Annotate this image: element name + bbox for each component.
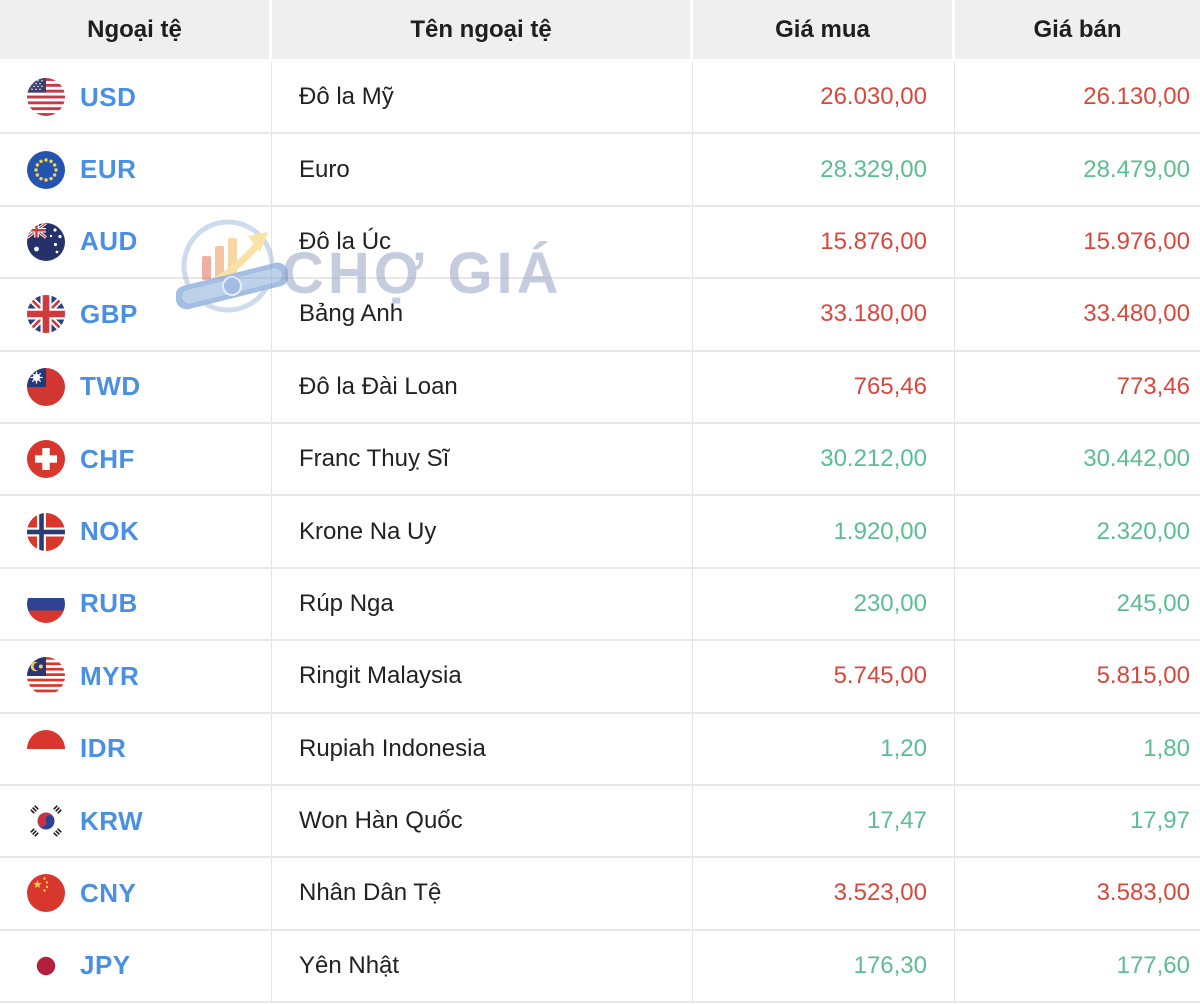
table-row: MYR Ringit Malaysia 5.745,00 5.815,00 [0, 641, 1200, 714]
table-row: USD Đô la Mỹ 26.030,00 26.130,00 [0, 62, 1200, 135]
tw-flag [27, 367, 65, 406]
table-row: IDR Rupiah Indonesia 1,20 1,80 [0, 713, 1200, 786]
sell-price: 177,60 [1116, 951, 1190, 979]
sell-price: 1,80 [1143, 734, 1190, 762]
my-flag [27, 657, 65, 696]
buy-price: 15.876,00 [693, 206, 955, 278]
currency-cell: NOK [0, 496, 272, 567]
no-flag [27, 512, 65, 551]
currency-name: Krone Na Uy [272, 496, 693, 567]
jp-flag [27, 946, 65, 985]
currency-name: Bảng Anh [272, 279, 693, 350]
sell-price: 30.442,00 [1083, 445, 1190, 473]
ch-flag [27, 440, 65, 479]
currency-code-link[interactable]: KRW [80, 806, 143, 837]
kr-flag [27, 802, 65, 841]
currency-cell: KRW [0, 785, 272, 857]
buy-price: 3.523,00 [693, 858, 955, 929]
currency-cell: TWD [0, 351, 272, 422]
currency-cell: IDR [0, 713, 272, 784]
column-header-buy-price: Giá mua [693, 0, 955, 59]
exchange-rate-table: Ngoại tệ Tên ngoại tệ Giá mua Giá bán US… [0, 0, 1200, 1004]
sell-price: 28.479,00 [1083, 155, 1190, 183]
sell-price: 15.976,00 [1083, 227, 1190, 255]
sell-price: 26.130,00 [1083, 83, 1190, 111]
currency-code-link[interactable]: TWD [80, 371, 141, 402]
currency-code-link[interactable]: JPY [80, 950, 131, 981]
eu-flag [27, 150, 65, 189]
sell-price: 245,00 [1116, 589, 1190, 617]
currency-cell: USD [0, 62, 272, 133]
table-row: JPY Yên Nhật 176,30 177,60 [0, 930, 1200, 1004]
gb-flag [27, 295, 65, 334]
column-header-currency-name: Tên ngoại tệ [272, 0, 693, 59]
cn-flag [27, 874, 65, 913]
currency-code-link[interactable]: MYR [80, 661, 139, 692]
sell-price: 3.583,00 [1096, 879, 1190, 907]
currency-code-link[interactable]: CHF [80, 444, 135, 475]
buy-price: 17,47 [693, 785, 955, 857]
buy-price: 5.745,00 [693, 641, 955, 712]
table-row: NOK Krone Na Uy 1.920,00 2.320,00 [0, 496, 1200, 569]
table-row: GBP Bảng Anh 33.180,00 33.480,00 [0, 279, 1200, 352]
currency-cell: MYR [0, 641, 272, 712]
buy-price: 1,20 [693, 713, 955, 784]
currency-code-link[interactable]: NOK [80, 516, 139, 547]
currency-name: Ringit Malaysia [272, 641, 693, 712]
buy-price: 26.030,00 [693, 62, 955, 133]
currency-name: Euro [272, 134, 693, 205]
currency-cell: AUD [0, 206, 272, 278]
currency-name: Đô la Đài Loan [272, 351, 693, 422]
buy-price: 30.212,00 [693, 423, 955, 495]
currency-name: Yên Nhật [272, 930, 693, 1002]
currency-code-link[interactable]: USD [80, 82, 136, 113]
currency-name: Franc Thuỵ Sĩ [272, 423, 693, 495]
sell-price: 5.815,00 [1096, 662, 1190, 690]
table-row: CHF Franc Thuỵ Sĩ 30.212,00 30.442,00 [0, 423, 1200, 497]
currency-name: Won Hàn Quốc [272, 785, 693, 857]
table-body: USD Đô la Mỹ 26.030,00 26.130,00 EUR Eur… [0, 62, 1200, 1004]
buy-price: 230,00 [693, 568, 955, 640]
currency-cell: JPY [0, 930, 272, 1002]
currency-code-link[interactable]: RUB [80, 588, 138, 619]
table-row: TWD Đô la Đài Loan 765,46 773,46 [0, 351, 1200, 424]
sell-price: 17,97 [1129, 807, 1190, 835]
currency-cell: RUB [0, 568, 272, 640]
currency-cell: CHF [0, 423, 272, 495]
column-header-sell-price: Giá bán [1033, 15, 1122, 43]
buy-price: 1.920,00 [693, 496, 955, 567]
currency-name: Rupiah Indonesia [272, 713, 693, 784]
sell-price: 2.320,00 [1096, 517, 1190, 545]
au-flag [27, 222, 65, 261]
currency-code-link[interactable]: IDR [80, 733, 126, 764]
buy-price: 176,30 [693, 930, 955, 1002]
currency-code-link[interactable]: CNY [80, 878, 136, 909]
currency-code-link[interactable]: GBP [80, 299, 138, 330]
buy-price: 765,46 [693, 351, 955, 422]
sell-price: 33.480,00 [1083, 300, 1190, 328]
id-flag [27, 729, 65, 768]
table-row: RUB Rúp Nga 230,00 245,00 [0, 568, 1200, 642]
currency-cell: GBP [0, 279, 272, 350]
us-flag [27, 78, 65, 117]
currency-name: Rúp Nga [272, 568, 693, 640]
sell-price: 773,46 [1116, 372, 1190, 400]
table-row: EUR Euro 28.329,00 28.479,00 [0, 134, 1200, 207]
currency-name: Đô la Mỹ [272, 62, 693, 133]
ru-flag [27, 584, 65, 623]
table-row: AUD Đô la Úc 15.876,00 15.976,00 [0, 206, 1200, 280]
table-row: KRW Won Hàn Quốc 17,47 17,97 [0, 785, 1200, 859]
currency-cell: CNY [0, 858, 272, 929]
currency-cell: EUR [0, 134, 272, 205]
currency-code-link[interactable]: EUR [80, 154, 136, 185]
table-row: CNY Nhân Dân Tệ 3.523,00 3.583,00 [0, 858, 1200, 931]
buy-price: 28.329,00 [693, 134, 955, 205]
currency-code-link[interactable]: AUD [80, 226, 138, 257]
column-header-currency: Ngoại tệ [0, 0, 272, 59]
currency-name: Nhân Dân Tệ [272, 858, 693, 929]
table-header: Ngoại tệ Tên ngoại tệ Giá mua Giá bán [0, 0, 1200, 62]
buy-price: 33.180,00 [693, 279, 955, 350]
currency-name: Đô la Úc [272, 206, 693, 278]
